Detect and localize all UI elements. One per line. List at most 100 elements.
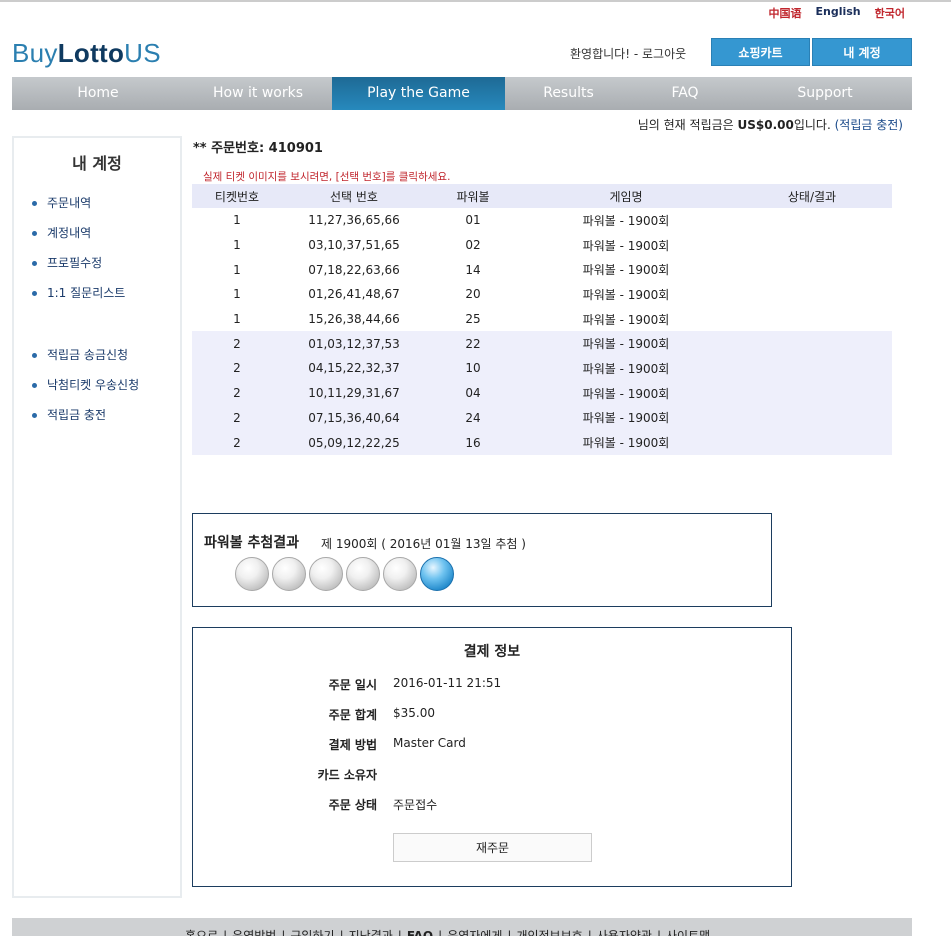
- selected-numbers-link[interactable]: 01,26,41,48,67: [282, 282, 426, 307]
- payment-info-box: 결제 정보 주문 일시 2016-01-11 21:51 주문 합계 $35.00 결제…: [192, 627, 792, 887]
- col-ticket-number: 티켓번호: [192, 184, 282, 208]
- game-name-cell: 파워볼 - 1900회: [582, 287, 670, 302]
- footer-link[interactable]: 지난결과: [349, 929, 393, 936]
- payment-value: $35.00: [393, 706, 435, 720]
- table-row: 2 10,11,29,31,67 04 파워볼 - 1900회: [192, 380, 892, 406]
- bullet-icon: [32, 291, 37, 296]
- footer-link[interactable]: 구입하기: [290, 929, 334, 936]
- nav-results[interactable]: Results: [505, 77, 632, 110]
- site-logo[interactable]: BuyLottoUS: [12, 38, 161, 69]
- white-ball-icon: [346, 557, 380, 591]
- ticket-number-cell: 1: [233, 262, 241, 277]
- ticket-number-cell: 1: [233, 238, 241, 253]
- game-name-cell: 파워볼 - 1900회: [520, 331, 732, 357]
- payment-label: 주문 상태: [328, 798, 377, 812]
- footer-link[interactable]: 사용자약관: [597, 929, 652, 936]
- status-cell: [732, 208, 892, 233]
- footer-link[interactable]: 사이트맵: [666, 929, 710, 936]
- charge-link[interactable]: (적립금 충전): [835, 118, 903, 132]
- ticket-image-notice: 실제 티켓 이미지를 보시려면, [선택 번호]를 클릭하세요.: [203, 171, 451, 183]
- nav-how-it-works[interactable]: How it works: [184, 77, 332, 110]
- ticket-number-cell: 1: [233, 213, 241, 228]
- shopping-cart-button[interactable]: 쇼핑카트: [711, 38, 810, 66]
- bullet-icon: [32, 261, 37, 266]
- table-row: 1 03,10,37,51,65 02 파워볼 - 1900회: [192, 233, 892, 258]
- selected-numbers-link[interactable]: 04,15,22,32,37: [282, 356, 426, 381]
- footer-links: 홈으로 | 운영방법 | 구입하기 | 지난결과 | FAQ | 운영자에게 | 개인정보보호 | 사용자약…: [185, 927, 710, 936]
- ticket-number-cell: 2: [192, 380, 282, 406]
- powerball-cell: 04: [426, 380, 520, 406]
- selected-numbers-link[interactable]: 07,18,22,63,66: [282, 257, 426, 282]
- footer-separator: |: [223, 929, 228, 936]
- footer-link[interactable]: FAQ: [407, 929, 433, 936]
- table-row: 1 07,18,22,63,66 14 파워볼 - 1900회: [192, 257, 892, 282]
- game-name-cell: 파워볼 - 1900회: [520, 380, 732, 406]
- footer-link[interactable]: 개인정보보호: [516, 929, 582, 936]
- bullet-icon: [32, 413, 37, 418]
- white-ball-icon: [309, 557, 343, 591]
- selected-numbers-link[interactable]: 11,27,36,65,66: [282, 208, 426, 233]
- ticket-number-cell: 2: [192, 331, 282, 357]
- nav-play-the-game[interactable]: Play the Game: [332, 77, 505, 110]
- game-name-cell: 파워볼 - 1900회: [520, 430, 732, 455]
- table-row: 2 05,09,12,22,25 16 파워볼 - 1900회: [192, 430, 892, 455]
- selected-numbers-link[interactable]: 03,10,37,51,65: [282, 233, 426, 258]
- footer-link[interactable]: 운영자에게: [447, 929, 502, 936]
- selected-numbers-link[interactable]: 05,09,12,22,25: [282, 430, 426, 455]
- col-status: 상태/결과: [732, 184, 892, 208]
- sidebar-item-account-history[interactable]: 계정내역: [32, 218, 180, 248]
- reorder-button[interactable]: 재주문: [393, 833, 592, 862]
- status-cell: [732, 233, 892, 258]
- lang-english-link[interactable]: English: [815, 5, 860, 21]
- payment-row: 주문 상태 주문접수: [193, 796, 791, 816]
- table-row: 2 07,15,36,40,64 24 파워볼 - 1900회: [192, 405, 892, 431]
- selected-numbers-link[interactable]: 01,03,12,37,53: [282, 331, 426, 357]
- payment-title: 결제 정보: [463, 644, 521, 660]
- nav-support[interactable]: Support: [738, 77, 912, 110]
- selected-numbers-link[interactable]: 10,11,29,31,67: [282, 380, 426, 406]
- bullet-icon: [32, 231, 37, 236]
- col-game-name: 게임명: [520, 184, 732, 208]
- payment-label: 카드 소유자: [317, 768, 377, 782]
- sidebar-item-order-history[interactable]: 주문내역: [32, 188, 180, 218]
- payment-label: 결제 방법: [328, 738, 377, 752]
- game-name-cell: 파워볼 - 1900회: [520, 405, 732, 431]
- sidebar-item-charge[interactable]: 적립금 충전: [32, 400, 180, 430]
- ticket-number-cell: 2: [192, 356, 282, 381]
- powerball-cell: 16: [426, 430, 520, 455]
- footer-link[interactable]: 홈으로: [185, 929, 218, 936]
- logout-link[interactable]: 로그아웃: [642, 47, 686, 61]
- draw-title: 파워볼 추첨결과: [204, 535, 300, 551]
- top-border: [0, 0, 951, 2]
- language-switcher: 中国语 English 한국어: [768, 5, 905, 21]
- white-ball-icon: [272, 557, 306, 591]
- nav-faq[interactable]: FAQ: [632, 77, 738, 110]
- lang-chinese-link[interactable]: 中国语: [768, 5, 801, 21]
- nav-home[interactable]: Home: [12, 77, 184, 110]
- table-row: 2 04,15,22,32,37 10 파워볼 - 1900회: [192, 356, 892, 381]
- status-cell: [732, 257, 892, 282]
- bullet-icon: [32, 383, 37, 388]
- balance-line: 님의 현재 적립금은 US$0.00입니다. (적립금 충전): [637, 118, 903, 132]
- lang-korean-link[interactable]: 한국어: [875, 5, 905, 21]
- status-cell: [732, 430, 892, 455]
- welcome-text: 환영합니다! - 로그아웃: [570, 47, 687, 61]
- payment-value: 2016-01-11 21:51: [393, 676, 502, 690]
- sidebar-item-edit-profile[interactable]: 프로필수정: [32, 248, 180, 278]
- selected-numbers-link[interactable]: 07,15,36,40,64: [282, 405, 426, 431]
- powerball-cell: 14: [465, 262, 481, 277]
- ticket-number-cell: 2: [192, 405, 282, 431]
- white-ball-icon: [235, 557, 269, 591]
- ticket-number-cell: 2: [192, 430, 282, 455]
- payment-label: 주문 합계: [328, 708, 377, 722]
- sidebar-item-transfer-request[interactable]: 적립금 송금신청: [32, 340, 180, 370]
- main-nav: Home How it works Play the Game Results …: [12, 77, 912, 110]
- table-header-row: 티켓번호 선택 번호 파워볼 게임명 상태/결과: [192, 184, 892, 208]
- footer-separator: |: [656, 929, 661, 936]
- sidebar-item-questions[interactable]: 1:1 질문리스트: [32, 278, 180, 308]
- my-account-button[interactable]: 내 계정: [812, 38, 912, 66]
- sidebar-item-ticket-mail-request[interactable]: 낙첨티켓 우송신청: [32, 370, 180, 400]
- payment-row: 주문 합계 $35.00: [193, 706, 791, 726]
- selected-numbers-link[interactable]: 15,26,38,44,66: [282, 307, 426, 332]
- footer-link[interactable]: 운영방법: [232, 929, 276, 936]
